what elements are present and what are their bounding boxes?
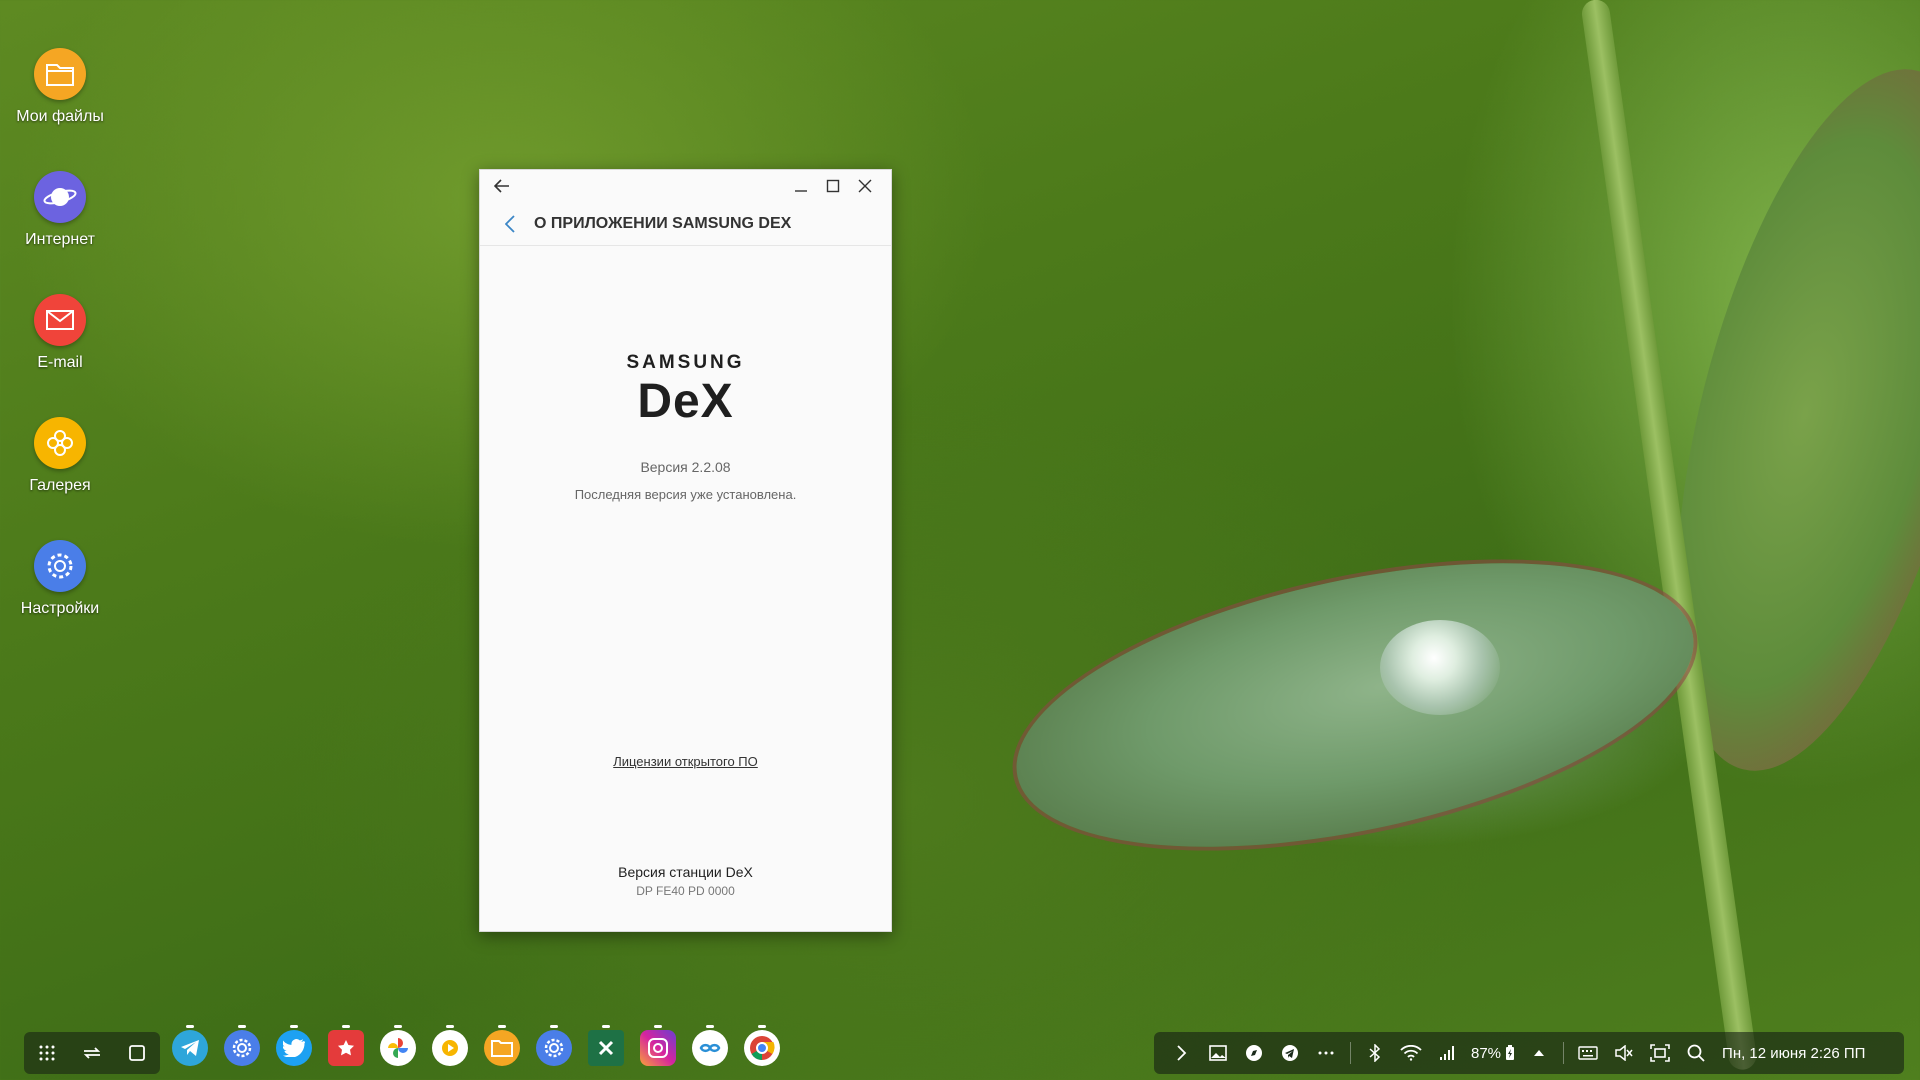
- sync-app-icon[interactable]: [692, 1025, 728, 1066]
- window-titlebar[interactable]: [480, 170, 891, 202]
- app-version: Версия 2.2.08: [640, 459, 731, 475]
- dex-logo: DeX: [637, 375, 734, 428]
- volume-button[interactable]: [1606, 1037, 1642, 1069]
- window-back-button[interactable]: [490, 174, 514, 198]
- wallpaper-leaf: [991, 511, 1719, 899]
- desktop-icon-label: Настройки: [20, 600, 100, 617]
- desktop-icon-label: Галерея: [29, 477, 91, 494]
- desktop-icon-label: E-mail: [37, 354, 83, 371]
- battery-percent: 87%: [1471, 1044, 1502, 1062]
- image-icon: [1209, 1045, 1227, 1061]
- close-icon: [858, 179, 872, 193]
- navigate-up-button[interactable]: [498, 212, 522, 236]
- signal-icon: [1440, 1046, 1454, 1060]
- close-button[interactable]: [849, 174, 881, 198]
- gear-icon: [34, 540, 86, 592]
- battery-charging-icon: [1506, 1045, 1515, 1060]
- more-notifications[interactable]: [1308, 1037, 1344, 1069]
- quick-panel-button[interactable]: [1521, 1037, 1557, 1069]
- open-source-licenses-link[interactable]: Лицензии открытого ПО: [480, 754, 891, 769]
- photos-app-icon[interactable]: [380, 1025, 416, 1066]
- search-icon: [1687, 1044, 1705, 1062]
- apps-button[interactable]: [31, 1037, 63, 1069]
- tray-separator: [1563, 1042, 1565, 1064]
- wifi-icon: [1400, 1045, 1422, 1061]
- desktop-icon-settings[interactable]: Настройки: [10, 540, 110, 618]
- envelope-icon: [34, 294, 86, 346]
- telegram-icon: [1282, 1045, 1298, 1061]
- arrow-left-icon: [494, 179, 509, 193]
- recents-button[interactable]: [76, 1037, 108, 1069]
- search-button[interactable]: [1678, 1037, 1714, 1069]
- maximize-icon: [826, 179, 840, 193]
- compass-icon: [1246, 1045, 1262, 1061]
- settings-app-icon-2[interactable]: [536, 1025, 572, 1066]
- notification-compass[interactable]: [1236, 1037, 1272, 1069]
- play-app-icon[interactable]: [432, 1025, 468, 1066]
- samsung-logo: SAMSUNG: [626, 352, 745, 373]
- apps-grid-icon: [39, 1045, 55, 1061]
- update-status: Последняя версия уже установлена.: [574, 487, 797, 502]
- chevron-right-icon: [1177, 1045, 1187, 1061]
- station-version-value: DP FE40 PD 0000: [636, 884, 735, 898]
- desktop-icon-internet[interactable]: Интернет: [10, 171, 110, 249]
- more-dots-icon: [1318, 1051, 1334, 1055]
- taskbar-apps: [172, 1025, 780, 1066]
- app-bar: О ПРИЛОЖЕНИИ SAMSUNG DEX: [480, 202, 891, 246]
- wifi-status[interactable]: [1393, 1037, 1429, 1069]
- home-button[interactable]: [121, 1037, 153, 1069]
- desktop-icon-label: Мои файлы: [16, 108, 104, 125]
- caret-up-icon: [1534, 1050, 1545, 1056]
- files-app-icon[interactable]: [484, 1025, 520, 1066]
- bluetooth-icon: [1369, 1044, 1381, 1062]
- folder-icon: [34, 48, 86, 100]
- desktop-icon-label: Интернет: [25, 231, 95, 248]
- station-version-label: Версия станции DeX: [618, 864, 753, 880]
- tray-separator: [1350, 1042, 1351, 1064]
- desktop-icon-my-files[interactable]: Мои файлы: [10, 48, 110, 126]
- navigation-buttons: [24, 1032, 160, 1074]
- settings-app-icon[interactable]: [224, 1025, 260, 1066]
- about-content: SAMSUNG DeX Версия 2.2.08 Последняя верс…: [480, 246, 891, 932]
- excel-app-icon[interactable]: [588, 1025, 624, 1066]
- wallpaper-water-drop: [1380, 620, 1500, 715]
- chevron-left-icon: [505, 214, 515, 233]
- screen-capture-button[interactable]: [1642, 1037, 1678, 1069]
- screenshot-icon: [1650, 1044, 1670, 1062]
- desktop-icon-email[interactable]: E-mail: [10, 294, 110, 372]
- volume-mute-icon: [1615, 1045, 1633, 1061]
- notification-telegram[interactable]: [1272, 1037, 1308, 1069]
- about-dex-window: О ПРИЛОЖЕНИИ SAMSUNG DEX SAMSUNG DeX Вер…: [479, 169, 892, 932]
- flower-icon: [34, 417, 86, 469]
- chrome-app-icon[interactable]: [744, 1025, 780, 1066]
- recents-icon: [83, 1047, 101, 1059]
- clock-date[interactable]: Пн, 12 июня 2:26 ПП: [1722, 1045, 1865, 1062]
- minimize-icon: [795, 190, 807, 192]
- keyboard-button[interactable]: [1570, 1037, 1606, 1069]
- signal-status[interactable]: [1429, 1037, 1465, 1069]
- maximize-button[interactable]: [817, 174, 849, 198]
- system-tray: 87% Пн, 12 июня 2:26 ПП: [1154, 1032, 1904, 1074]
- notification-gallery[interactable]: [1200, 1037, 1236, 1069]
- expand-button[interactable]: [1164, 1037, 1200, 1069]
- page-title: О ПРИЛОЖЕНИИ SAMSUNG DEX: [534, 214, 792, 232]
- home-square-icon: [129, 1045, 146, 1061]
- twitter-app-icon[interactable]: [276, 1025, 312, 1066]
- instagram-app-icon[interactable]: [640, 1025, 676, 1066]
- minimize-button[interactable]: [785, 174, 817, 198]
- bluetooth-status[interactable]: [1357, 1037, 1393, 1069]
- desktop-icon-gallery[interactable]: Галерея: [10, 417, 110, 495]
- telegram-app-icon[interactable]: [172, 1025, 208, 1066]
- keyboard-icon: [1578, 1046, 1598, 1060]
- planet-icon: [34, 171, 86, 223]
- star-app-icon[interactable]: [328, 1025, 364, 1066]
- battery-status[interactable]: 87%: [1465, 1045, 1521, 1062]
